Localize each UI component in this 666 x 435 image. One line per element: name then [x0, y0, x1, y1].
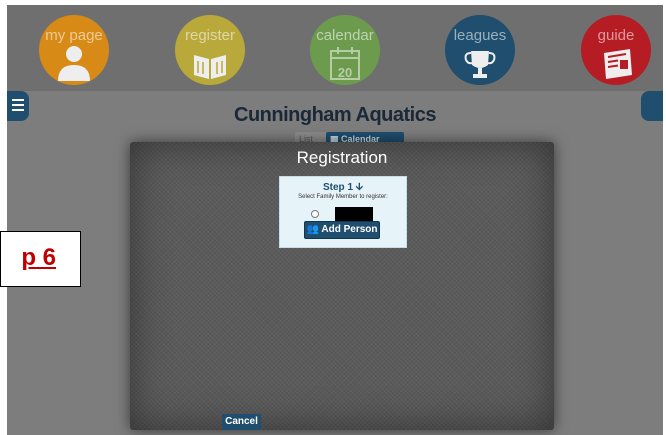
newspaper-icon: [604, 49, 632, 79]
member-name-redacted: [335, 207, 373, 221]
nav-calendar[interactable]: calendar 20: [310, 15, 380, 85]
arrow-down-icon: 🡫: [355, 182, 363, 193]
nav-leagues[interactable]: leagues: [445, 15, 515, 85]
calendar-icon: 20: [330, 47, 360, 80]
app-screen: my page register calendar 20 leagues gui…: [7, 5, 663, 435]
add-user-icon: 👥: [306, 224, 319, 235]
top-nav: my page register calendar 20 leagues gui…: [7, 5, 663, 91]
book-icon: [194, 55, 226, 79]
trophy-icon: [464, 51, 496, 78]
step-panel: Step 1 🡫 Select Family Member to registe…: [279, 176, 407, 248]
step-instruction: Select Family Member to register:: [298, 194, 388, 200]
step-callout: p 6: [0, 231, 81, 287]
add-person-label: Add Person: [321, 224, 378, 235]
calendar-icon-day: 20: [338, 65, 352, 80]
step-title-text: Step 1: [323, 182, 354, 193]
person-icon: [58, 46, 90, 81]
nav-guide[interactable]: guide: [581, 15, 651, 85]
registration-modal: Registration Step 1 🡫 Select Family Memb…: [130, 142, 554, 430]
callout-text: p 6: [21, 244, 56, 271]
page-title: Cunningham Aquatics: [234, 104, 436, 126]
nav-my-page[interactable]: my page: [39, 15, 109, 85]
cancel-button[interactable]: Cancel: [222, 414, 261, 430]
nav-register[interactable]: register: [175, 15, 245, 85]
modal-title: Registration: [296, 148, 388, 167]
add-person-button[interactable]: 👥 Add Person: [304, 221, 380, 239]
member-radio[interactable]: [311, 210, 319, 218]
